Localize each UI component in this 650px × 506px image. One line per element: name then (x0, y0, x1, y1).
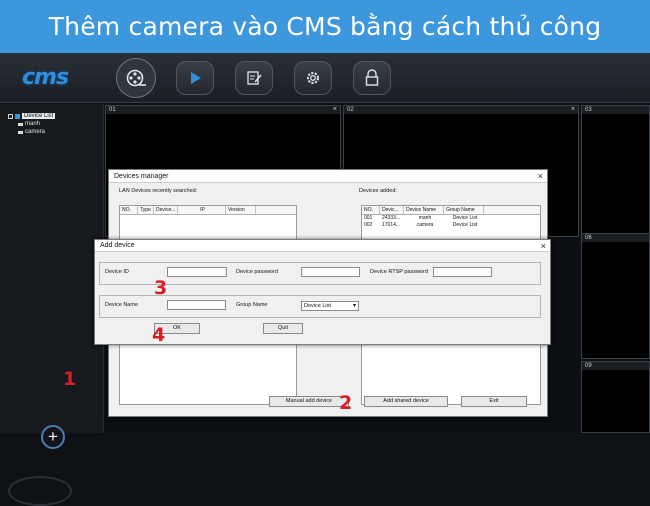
cell-number: 06 (585, 235, 592, 241)
manual-add-device-button[interactable]: Manual add device (269, 396, 349, 407)
camera-icon (18, 122, 23, 126)
device-name-field[interactable] (167, 300, 226, 310)
table-row[interactable]: 002 17014... camera Device List (362, 222, 540, 229)
nav-lock-button[interactable] (353, 61, 391, 95)
banner-title: Thêm camera vào CMS bằng cách thủ công (48, 12, 602, 41)
cell-header: 06 (582, 234, 649, 242)
column-header[interactable]: Devic... (380, 206, 404, 214)
step-marker-2: 2 (339, 392, 353, 414)
cell-number: 01 (109, 107, 116, 113)
video-cell-06[interactable]: 06 (581, 233, 650, 359)
cell-number: 09 (585, 363, 592, 369)
cell-number: 02 (347, 107, 354, 113)
cell-header: 01 × (106, 106, 340, 114)
column-header[interactable]: Device... (154, 206, 178, 214)
table-header: NO. Type Device... IP Version (120, 206, 296, 215)
window-title: Add device × (95, 240, 550, 252)
camera-reel-icon (126, 69, 146, 87)
nav-settings-button[interactable] (294, 61, 332, 95)
table-cell: camera (416, 222, 434, 228)
tree-item-label: manh (25, 121, 41, 127)
device-password-field[interactable] (301, 267, 360, 277)
nav-playback-button[interactable] (176, 61, 214, 95)
add-device-button[interactable]: + (41, 425, 65, 449)
table-row[interactable]: 001 24333... manh Device List (362, 215, 540, 222)
tree-item-manh[interactable]: manh (8, 120, 55, 128)
gear-icon (307, 72, 319, 84)
column-header[interactable]: NO. (120, 206, 138, 214)
close-icon[interactable]: × (538, 170, 543, 183)
column-header[interactable]: Version (226, 206, 256, 214)
table-cell: 001 (364, 215, 373, 221)
rtsp-password-label: Device RTSP password (370, 269, 428, 275)
cell-header: 02 × (344, 106, 578, 114)
column-header[interactable]: Device Name (404, 206, 444, 214)
step-marker-3: 3 (154, 277, 168, 299)
video-cell-09[interactable]: 09 (581, 361, 650, 433)
nav-edit-button[interactable] (235, 61, 273, 95)
close-icon[interactable]: × (541, 240, 546, 252)
window-title-text: Add device (100, 242, 135, 249)
device-password-label: Device password (236, 269, 278, 275)
device-name-label: Device Name (105, 302, 139, 308)
column-header[interactable]: NO. (362, 206, 380, 214)
table-cell: Device List (452, 215, 478, 221)
play-icon (191, 72, 201, 84)
rtsp-password-field[interactable] (433, 267, 492, 277)
dropdown-arrow-icon: ▾ (352, 303, 356, 309)
table-header: NO. Devic... Device Name Group Name (362, 206, 540, 215)
cms-logo: cms (22, 65, 69, 90)
bottom-dial (8, 476, 72, 506)
table-cell: Device List (452, 222, 478, 228)
table-cell: manh (418, 215, 432, 221)
device-sidebar: - Device List manh camera + (0, 104, 104, 506)
column-header[interactable]: Type (138, 206, 154, 214)
tree-root-label: Device List (22, 113, 56, 119)
group-name-label: Group Name (236, 302, 268, 308)
cell-header: 09 (582, 362, 649, 370)
close-icon[interactable]: × (571, 106, 575, 114)
edit-icon (247, 71, 262, 85)
window-title-text: Devices manager (114, 173, 169, 180)
tree-root[interactable]: - Device List (8, 112, 56, 120)
lock-icon (365, 69, 379, 86)
table-cell: 24333... (382, 215, 401, 221)
tree-item-label: camera (25, 129, 46, 135)
exit-button[interactable]: Exit (461, 396, 527, 407)
collapse-icon[interactable]: - (8, 113, 13, 119)
add-shared-device-button[interactable]: Add shared device (364, 396, 448, 407)
top-toolbar: cms (0, 53, 650, 103)
close-icon[interactable]: × (333, 106, 337, 114)
quit-button[interactable]: Quit (263, 323, 303, 334)
nav-camera-button[interactable] (116, 58, 156, 98)
table-cell: 17014... (382, 222, 401, 228)
device-id-field[interactable] (167, 267, 227, 277)
device-id-label: Device ID (105, 269, 129, 275)
camera-icon (18, 130, 23, 134)
step-marker-4: 4 (152, 324, 166, 346)
column-header[interactable]: Group Name (444, 206, 484, 214)
step-marker-1: 1 (63, 368, 77, 390)
cms-app: cms - Device List manh camera + 01 × 02 … (0, 53, 650, 506)
lan-devices-label: LAN Devices recently searched: (119, 188, 198, 194)
cell-header: 03 (582, 106, 649, 114)
added-devices-label: Devices added: (359, 188, 397, 194)
folder-icon (15, 113, 20, 119)
tree-item-camera[interactable]: camera (8, 128, 55, 136)
table-cell: 002 (364, 222, 373, 228)
column-header[interactable]: IP (178, 206, 226, 214)
cell-number: 03 (585, 107, 592, 113)
group-name-value: Device List (304, 303, 331, 309)
device-tree: - Device List manh camera (8, 112, 56, 136)
group-name-select[interactable]: Device List ▾ (301, 301, 359, 311)
window-title: Devices manager × (109, 170, 547, 183)
tutorial-banner: Thêm camera vào CMS bằng cách thủ công (0, 0, 650, 53)
video-cell-03[interactable]: 03 (581, 105, 650, 237)
